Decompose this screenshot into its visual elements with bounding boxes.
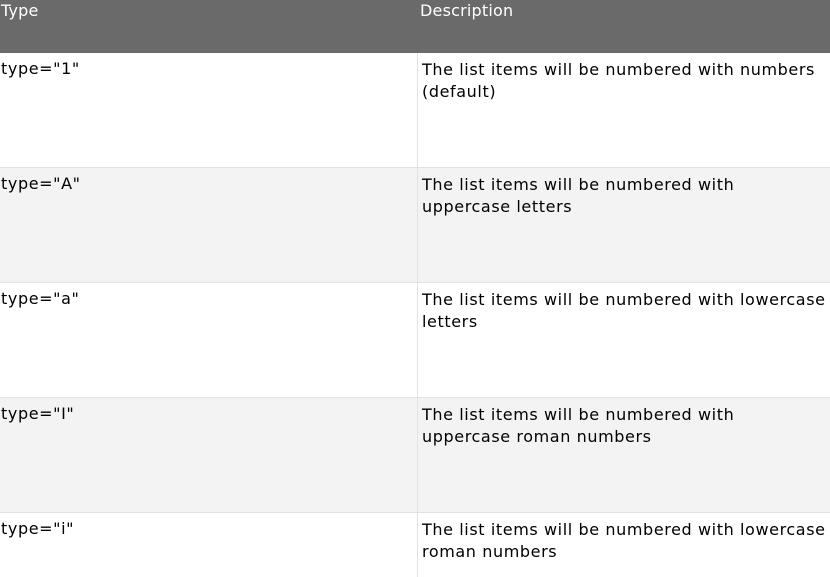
table-row: type="A" The list items will be numbered… bbox=[0, 168, 830, 283]
header-description: Description bbox=[420, 1, 514, 20]
header-type: Type bbox=[1, 1, 39, 20]
type-cell: type="a" bbox=[1, 289, 80, 308]
description-cell: The list items will be numbered with upp… bbox=[417, 398, 830, 512]
description-line: roman numbers bbox=[422, 542, 558, 561]
table-row: type="i" The list items will be numbered… bbox=[0, 513, 830, 577]
description-line: uppercase letters bbox=[422, 197, 573, 216]
description-cell: The list items will be numbered with num… bbox=[417, 53, 830, 167]
type-cell: type="1" bbox=[1, 59, 80, 78]
description-line: The list items will be numbered with bbox=[422, 405, 735, 424]
table-header: Type Description bbox=[0, 0, 830, 53]
table-row: type="I" The list items will be numbered… bbox=[0, 398, 830, 513]
description-line: (default) bbox=[422, 82, 497, 101]
description-line: The list items will be numbered with low… bbox=[422, 520, 826, 539]
description-line: The list items will be numbered with low… bbox=[422, 290, 826, 309]
description-cell: The list items will be numbered with upp… bbox=[417, 168, 830, 282]
description-line: letters bbox=[422, 312, 478, 331]
description-cell: The list items will be numbered with low… bbox=[417, 513, 830, 577]
description-line: The list items will be numbered with bbox=[422, 175, 735, 194]
table-row: type="1" The list items will be numbered… bbox=[0, 53, 830, 168]
description-line: The list items will be numbered with num… bbox=[422, 60, 815, 79]
type-cell: type="I" bbox=[1, 404, 75, 423]
description-line: uppercase roman numbers bbox=[422, 427, 652, 446]
list-type-table: Type Description type="1" The list items… bbox=[0, 0, 830, 577]
description-cell: The list items will be numbered with low… bbox=[417, 283, 830, 397]
type-cell: type="A" bbox=[1, 174, 81, 193]
table-row: type="a" The list items will be numbered… bbox=[0, 283, 830, 398]
type-cell: type="i" bbox=[1, 519, 75, 538]
